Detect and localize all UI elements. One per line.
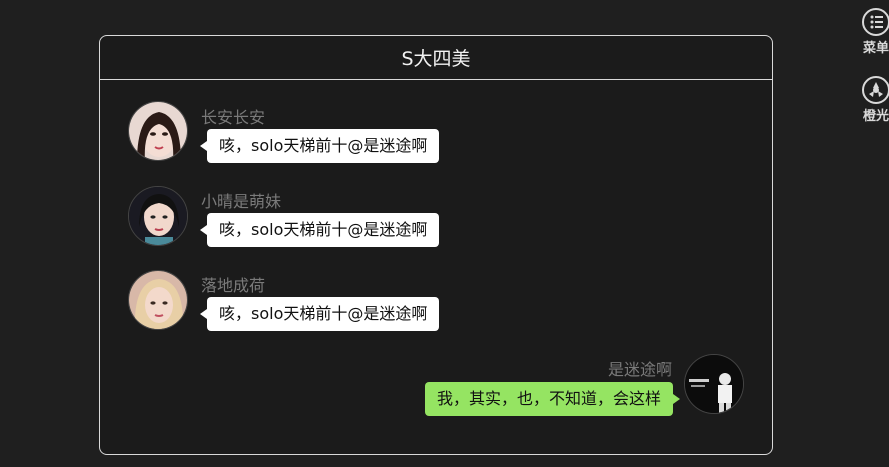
orange-light-button[interactable]: 橙光 xyxy=(856,76,889,124)
sender-name: 长安长安 xyxy=(201,108,266,127)
sender-name: 小晴是萌妹 xyxy=(201,192,282,211)
avatar-mitu xyxy=(684,354,744,414)
message-bubble: 我，其实，也，不知道，会这样 xyxy=(425,382,681,416)
message-bubble: 咳，solo天梯前十@是迷途啊 xyxy=(199,129,440,163)
menu-label: 菜单 xyxy=(862,41,889,56)
message-bubble: 咳，solo天梯前十@是迷途啊 xyxy=(199,297,440,331)
group-chat-window: S大四美 长安长安 咳，solo天梯前十@是迷途啊 小晴是萌妹 咳，solo天梯… xyxy=(99,35,773,455)
sender-name: 是迷途啊 xyxy=(608,360,673,379)
menu-icon xyxy=(862,8,889,36)
message-bubble: 咳，solo天梯前十@是迷途啊 xyxy=(199,213,440,247)
orange-light-label: 橙光 xyxy=(862,109,889,124)
game-stage: S大四美 长安长安 咳，solo天梯前十@是迷途啊 小晴是萌妹 咳，solo天梯… xyxy=(0,0,889,467)
menu-button[interactable]: 菜单 xyxy=(856,8,889,56)
avatar-changan xyxy=(128,101,188,161)
orange-light-icon xyxy=(862,76,889,104)
sender-name: 落地成荷 xyxy=(201,276,266,295)
chat-title: S大四美 xyxy=(100,36,772,80)
avatar-luodi xyxy=(128,270,188,330)
avatar-xiaoqing xyxy=(128,186,188,246)
